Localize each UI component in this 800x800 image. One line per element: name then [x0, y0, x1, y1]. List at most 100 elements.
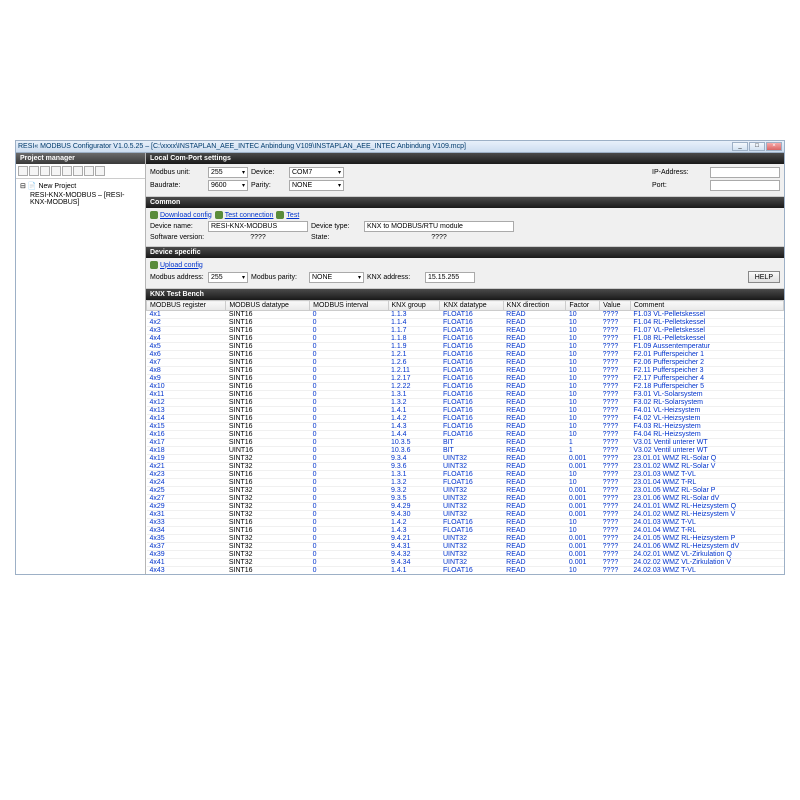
cell: 0: [310, 527, 388, 535]
table-row[interactable]: 4x41SINT3209.4.34UINT32READ0.001????24.0…: [147, 559, 784, 567]
upload-config-button[interactable]: Upload config: [150, 261, 203, 269]
copy-icon[interactable]: [73, 166, 83, 176]
cell: 1.1.8: [388, 335, 440, 343]
table-row[interactable]: 4x3SINT1601.1.7FLOAT16READ10????F1.07 VL…: [147, 327, 784, 335]
table-row[interactable]: 4x8SINT1601.2.11FLOAT16READ10????F2.11 P…: [147, 367, 784, 375]
new-icon[interactable]: [18, 166, 28, 176]
devname-input[interactable]: [208, 221, 308, 232]
delete-icon[interactable]: [62, 166, 72, 176]
table-row[interactable]: 4x16SINT1601.4.4FLOAT16READ10????F4.04 R…: [147, 431, 784, 439]
table-row[interactable]: 4x4SINT1601.1.8FLOAT16READ10????F1.08 RL…: [147, 335, 784, 343]
tree-root[interactable]: ⊟ 📄 New Project: [20, 181, 141, 191]
table-row[interactable]: 4x17SINT16010.3.5BITREAD1????V3.01 Venti…: [147, 439, 784, 447]
table-row[interactable]: 4x14SINT1601.4.2FLOAT16READ10????F4.02 V…: [147, 415, 784, 423]
col-header[interactable]: Factor: [566, 301, 600, 311]
port-input[interactable]: [710, 180, 780, 191]
cell: FLOAT16: [440, 359, 503, 367]
table-row[interactable]: 4x35SINT3209.4.21UINT32READ0.001????24.0…: [147, 535, 784, 543]
baud-label: Baudrate:: [150, 182, 205, 189]
test-connection-button[interactable]: Test connection: [215, 211, 274, 219]
table-row[interactable]: 4x18UINT16010.3.6BITREAD1????V3.02 Venti…: [147, 447, 784, 455]
save-icon[interactable]: [40, 166, 50, 176]
device-select[interactable]: COM7: [289, 167, 344, 178]
paste-icon[interactable]: [84, 166, 94, 176]
col-header[interactable]: MODBUS register: [147, 301, 226, 311]
table-row[interactable]: 4x9SINT1601.2.17FLOAT16READ10????F2.17 P…: [147, 375, 784, 383]
cell: SINT16: [226, 367, 310, 375]
col-header[interactable]: MODBUS datatype: [226, 301, 310, 311]
cell: SINT16: [226, 391, 310, 399]
table-row[interactable]: 4x1SINT1601.1.3FLOAT16READ10????F1.03 VL…: [147, 311, 784, 319]
table-row[interactable]: 4x13SINT1601.4.1FLOAT16READ10????F4.01 V…: [147, 407, 784, 415]
table-row[interactable]: 4x10SINT1601.2.22FLOAT16READ10????F2.18 …: [147, 383, 784, 391]
cell: FLOAT16: [440, 431, 503, 439]
table-row[interactable]: 4x15SINT1601.4.3FLOAT16READ10????F4.03 R…: [147, 423, 784, 431]
cell: ????: [600, 423, 631, 431]
cell: UINT32: [440, 487, 503, 495]
col-header[interactable]: Value: [600, 301, 631, 311]
add-icon[interactable]: [51, 166, 61, 176]
cell: ????: [600, 527, 631, 535]
cell: ????: [600, 519, 631, 527]
section-common: Common: [146, 197, 784, 208]
test-button[interactable]: Test: [276, 211, 299, 219]
project-tree[interactable]: ⊟ 📄 New Project RESI-KNX-MODBUS – [RESI-…: [16, 179, 145, 574]
devtype-input[interactable]: [364, 221, 514, 232]
modbus-addr-select[interactable]: 255: [208, 272, 248, 283]
modbus-parity-select[interactable]: NONE: [309, 272, 364, 283]
table-row[interactable]: 4x33SINT1601.4.2FLOAT16READ10????24.01.0…: [147, 519, 784, 527]
col-header[interactable]: MODBUS interval: [310, 301, 388, 311]
cell: SINT32: [226, 511, 310, 519]
table-row[interactable]: 4x43SINT1601.4.1FLOAT16READ10????24.02.0…: [147, 567, 784, 575]
table-row[interactable]: 4x39SINT3209.4.32UINT32READ0.001????24.0…: [147, 551, 784, 559]
cell: 0: [310, 551, 388, 559]
parity-select[interactable]: NONE: [289, 180, 344, 191]
col-header[interactable]: Comment: [630, 301, 783, 311]
knx-addr-input[interactable]: [425, 272, 475, 283]
refresh-icon[interactable]: [95, 166, 105, 176]
table-row[interactable]: 4x37SINT3209.4.31UINT32READ0.001????24.0…: [147, 543, 784, 551]
table-row[interactable]: 4x11SINT1601.3.1FLOAT16READ10????F3.01 V…: [147, 391, 784, 399]
table-row[interactable]: 4x29SINT3209.4.29UINT32READ0.001????24.0…: [147, 503, 784, 511]
cell: 0.001: [566, 455, 600, 463]
col-header[interactable]: KNX group: [388, 301, 440, 311]
cell: 1.4.1: [388, 567, 440, 575]
table-row[interactable]: 4x12SINT1601.3.2FLOAT16READ10????F3.02 R…: [147, 399, 784, 407]
download-config-button[interactable]: Download config: [150, 211, 212, 219]
cell: 0.001: [566, 503, 600, 511]
cell: F2.17 Pufferspeicher 4: [630, 375, 783, 383]
cell: UINT32: [440, 551, 503, 559]
sw-label: Software version:: [150, 234, 205, 241]
cell: 0: [310, 399, 388, 407]
close-button[interactable]: ×: [766, 142, 782, 151]
open-icon[interactable]: [29, 166, 39, 176]
cell: FLOAT16: [440, 415, 503, 423]
tree-node-selected[interactable]: RESI-KNX-MODBUS – [RESI-KNX-MODBUS]: [30, 192, 125, 206]
table-row[interactable]: 4x23SINT1601.3.1FLOAT16READ10????23.01.0…: [147, 471, 784, 479]
col-header[interactable]: KNX datatype: [440, 301, 503, 311]
titlebar[interactable]: RESI« MODBUS Configurator V1.0.5.25 – [C…: [16, 141, 784, 153]
table-row[interactable]: 4x7SINT1601.2.6FLOAT16READ10????F2.06 Pu…: [147, 359, 784, 367]
table-row[interactable]: 4x21SINT3209.3.6UINT32READ0.001????23.01…: [147, 463, 784, 471]
baud-select[interactable]: 9600: [208, 180, 248, 191]
cell: READ: [503, 479, 566, 487]
table-row[interactable]: 4x24SINT1601.3.2FLOAT16READ10????23.01.0…: [147, 479, 784, 487]
table-row[interactable]: 4x27SINT3209.3.5UINT32READ0.001????23.01…: [147, 495, 784, 503]
cell: 23.01.02 WMZ RL-Solar V: [630, 463, 783, 471]
cell: 4x1: [147, 311, 226, 319]
table-row[interactable]: 4x2SINT1601.1.4FLOAT16READ10????F1.04 RL…: [147, 319, 784, 327]
ip-input[interactable]: [710, 167, 780, 178]
knx-test-bench-grid[interactable]: MODBUS registerMODBUS datatypeMODBUS int…: [146, 300, 784, 574]
table-row[interactable]: 4x31SINT3209.4.30UINT32READ0.001????24.0…: [147, 511, 784, 519]
modbus-unit-select[interactable]: 255: [208, 167, 248, 178]
cell: ????: [600, 415, 631, 423]
table-row[interactable]: 4x19SINT3209.3.4UINT32READ0.001????23.01…: [147, 455, 784, 463]
table-row[interactable]: 4x34SINT1601.4.3FLOAT16READ10????24.01.0…: [147, 527, 784, 535]
table-row[interactable]: 4x5SINT1601.1.9FLOAT16READ10????F1.09 Au…: [147, 343, 784, 351]
maximize-button[interactable]: □: [749, 142, 765, 151]
minimize-button[interactable]: _: [732, 142, 748, 151]
help-button[interactable]: HELP: [748, 271, 780, 283]
table-row[interactable]: 4x6SINT1601.2.1FLOAT16READ10????F2.01 Pu…: [147, 351, 784, 359]
col-header[interactable]: KNX direction: [503, 301, 566, 311]
table-row[interactable]: 4x25SINT3209.3.2UINT32READ0.001????23.01…: [147, 487, 784, 495]
